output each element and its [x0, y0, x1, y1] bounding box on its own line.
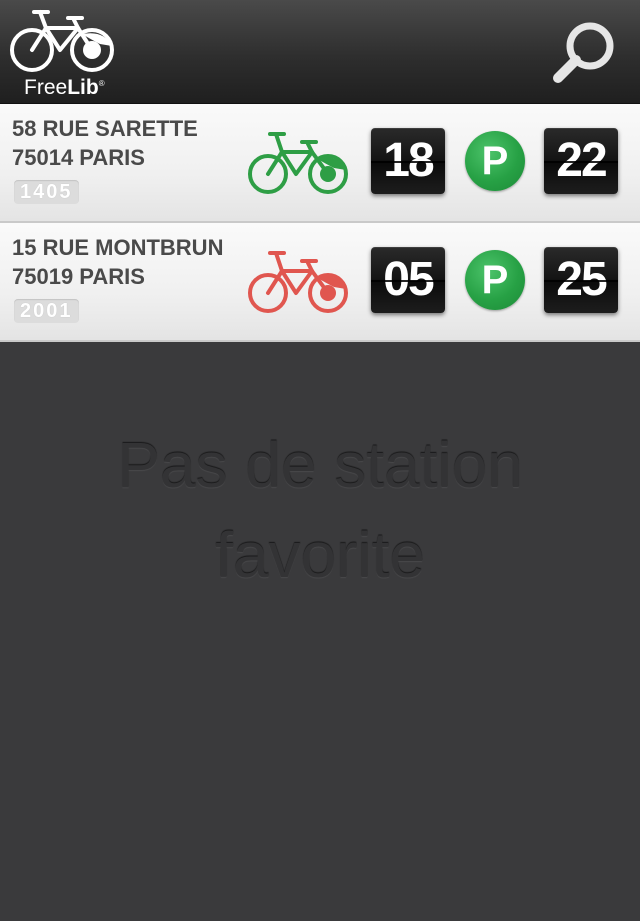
- bike-green-icon: [248, 132, 348, 194]
- station-address: 15 RUE MONTBRUN 75019 PARIS: [12, 233, 223, 291]
- station-address-line2: 75019 PARIS: [12, 264, 145, 289]
- station-number-badge: 1405: [14, 180, 79, 204]
- station-address: 58 RUE SARETTE 75014 PARIS: [12, 114, 198, 172]
- station-row[interactable]: 15 RUE MONTBRUN 75019 PARIS 2001 05 P 25: [0, 223, 640, 342]
- logo-text-bold: Lib: [67, 76, 99, 99]
- empty-state-line1: Pas de station: [117, 429, 523, 501]
- search-icon: [553, 22, 614, 83]
- station-address-line2: 75014 PARIS: [12, 145, 145, 170]
- bike-red-icon: [248, 251, 348, 313]
- empty-state-message: Pas de station favorite: [0, 420, 640, 600]
- docks-available-counter: 25: [544, 247, 618, 313]
- bikes-available-counter: 18: [371, 128, 445, 194]
- logo-reg-mark: ®: [98, 79, 105, 88]
- logo-wordmark: FreeLib®: [24, 76, 105, 100]
- station-row[interactable]: 58 RUE SARETTE 75014 PARIS 1405 18 P 22: [0, 104, 640, 223]
- logo-text-regular: Free: [24, 76, 68, 99]
- station-number-badge: 2001: [14, 299, 79, 323]
- empty-state-line2: favorite: [215, 519, 425, 591]
- bike-logo-icon: [10, 10, 114, 72]
- bikes-available-counter: 05: [371, 247, 445, 313]
- favorite-stations-list: 58 RUE SARETTE 75014 PARIS 1405 18 P 22 …: [0, 104, 640, 342]
- parking-icon: P: [465, 250, 525, 310]
- freelib-logo[interactable]: FreeLib®: [8, 4, 118, 100]
- top-bar: FreeLib®: [0, 0, 640, 104]
- docks-available-counter: 22: [544, 128, 618, 194]
- station-address-line1: 58 RUE SARETTE: [12, 116, 198, 141]
- search-button[interactable]: [548, 20, 620, 86]
- parking-icon: P: [465, 131, 525, 191]
- station-address-line1: 15 RUE MONTBRUN: [12, 235, 224, 260]
